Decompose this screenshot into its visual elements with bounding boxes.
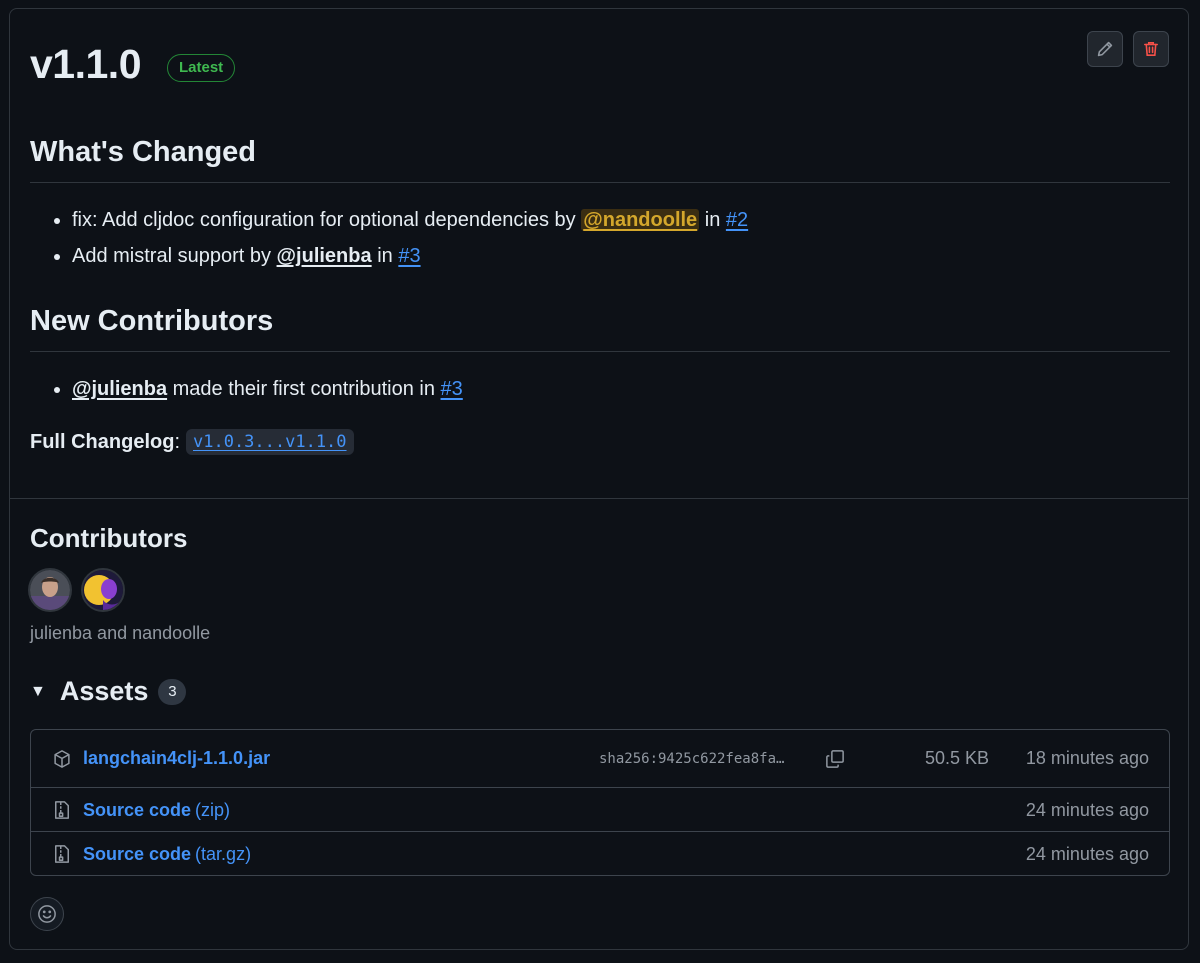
assets-header: ▼ Assets 3	[30, 676, 187, 707]
change-text: Add mistral support by	[72, 245, 271, 267]
change-text: fix: Add cljdoc configuration for option…	[72, 209, 576, 231]
file-zip-icon	[51, 843, 73, 865]
pr-link-2[interactable]: #2	[726, 209, 748, 231]
mention-julienba[interactable]: @julienba	[72, 378, 167, 400]
trash-icon	[1144, 42, 1158, 56]
asset-link-targz[interactable]: Source code (tar.gz)	[83, 844, 251, 865]
in-text: in	[377, 245, 393, 267]
assets-heading[interactable]: Assets	[60, 676, 149, 707]
release-card: v1.1.0 Latest What's Changed fix: Add cl…	[9, 8, 1189, 950]
changelog-label: Full Changelog	[30, 430, 175, 453]
whats-changed-heading: What's Changed	[30, 136, 257, 168]
changelog-sep: :	[174, 430, 180, 453]
asset-link-zip[interactable]: Source code (zip)	[83, 800, 230, 821]
heading-rule	[30, 351, 1170, 352]
asset-size: 50.5 KB	[924, 748, 989, 768]
asset-time: 18 minutes ago	[1025, 748, 1149, 768]
compare-code: v1.0.3...v1.1.0	[186, 429, 354, 455]
list-item: @julienba made their first contribution …	[72, 371, 463, 407]
contribution-text: made their first contribution in	[172, 378, 435, 400]
avatar-julienba-image	[30, 570, 70, 610]
asset-row-zip: Source code (zip) 24 minutes ago	[31, 787, 1169, 832]
edit-button[interactable]	[1087, 31, 1123, 67]
asset-row-jar: langchain4clj-1.1.0.jar sha256:9425c622f…	[31, 730, 1169, 787]
avatar-julienba[interactable]	[28, 568, 72, 612]
add-reaction-button[interactable]	[30, 897, 64, 931]
full-changelog: Full Changelog: v1.0.3...v1.1.0	[30, 429, 354, 455]
caret-down-icon[interactable]: ▼	[30, 683, 46, 701]
contributor-names: julienba and nandoolle	[30, 623, 211, 643]
assets-list: langchain4clj-1.1.0.jar sha256:9425c622f…	[30, 729, 1170, 876]
mention-nandoolle[interactable]: @nandoolle	[581, 209, 700, 231]
copy-icon[interactable]	[823, 747, 847, 771]
assets-count-badge: 3	[158, 678, 187, 705]
heading-rule	[30, 182, 1170, 183]
compare-link[interactable]: v1.0.3...v1.1.0	[193, 432, 347, 452]
new-contributors-heading: New Contributors	[30, 305, 274, 337]
mention-julienba[interactable]: @julienba	[277, 245, 372, 267]
asset-time: 24 minutes ago	[1025, 843, 1149, 864]
contributors-heading: Contributors	[30, 523, 188, 553]
section-divider	[10, 498, 1188, 499]
new-contributors-list: @julienba made their first contribution …	[30, 371, 463, 407]
avatar-nandoolle-image	[83, 570, 123, 610]
latest-badge: Latest	[167, 53, 236, 82]
package-icon	[51, 748, 73, 770]
delete-button[interactable]	[1133, 31, 1169, 67]
changes-list: fix: Add cljdoc configuration for option…	[30, 202, 748, 274]
asset-link-jar[interactable]: langchain4clj-1.1.0.jar	[83, 748, 270, 769]
avatar-nandoolle[interactable]	[81, 568, 125, 612]
smiley-icon	[38, 905, 56, 923]
sha256-text: sha256:9425c622fea8fa…	[599, 750, 785, 767]
release-header: v1.1.0 Latest	[30, 41, 236, 88]
asset-row-targz: Source code (tar.gz) 24 minutes ago	[31, 831, 1169, 875]
pencil-icon	[1097, 41, 1113, 57]
list-item: fix: Add cljdoc configuration for option…	[72, 202, 748, 238]
asset-time: 24 minutes ago	[1025, 799, 1149, 820]
release-title[interactable]: v1.1.0	[30, 41, 142, 88]
file-zip-icon	[51, 799, 73, 821]
in-text: in	[704, 209, 721, 231]
pr-link-3[interactable]: #3	[398, 245, 420, 267]
list-item: Add mistral support by @julienba in #3	[72, 238, 748, 274]
pr-link-3[interactable]: #3	[441, 378, 463, 400]
